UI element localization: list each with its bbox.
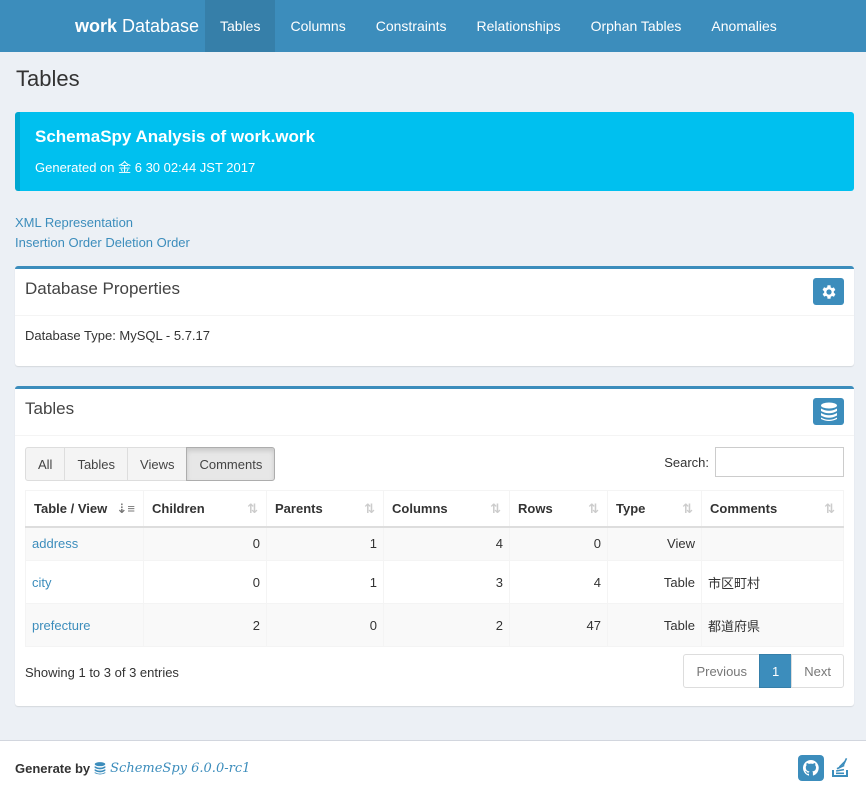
search-label: Search: (664, 454, 709, 470)
sort-icon: ⇅ (490, 501, 501, 516)
next-button[interactable]: Next (791, 654, 844, 688)
deletion-order-link[interactable]: Deletion Order (105, 235, 190, 250)
stackoverflow-icon[interactable] (828, 755, 854, 781)
db-props-body: Database Type: MySQL - 5.7.17 (15, 316, 854, 353)
header-columns[interactable]: Columns ⇅ (383, 490, 510, 528)
tables-box-title: Tables (25, 399, 75, 418)
database-properties-box: Database Properties Database Type: MySQL… (15, 266, 854, 366)
cell-type: View (607, 526, 702, 561)
header-rows[interactable]: Rows ⇅ (509, 490, 608, 528)
table-link[interactable]: city (32, 575, 52, 590)
table-filter-buttons: All Tables Views Comments (25, 447, 276, 481)
entries-info: Showing 1 to 3 of 3 entries (25, 665, 179, 680)
db-props-title: Database Properties (25, 279, 180, 298)
cell-comments: 市区町村 (701, 560, 844, 604)
filter-tables-button[interactable]: Tables (64, 447, 129, 481)
table-link[interactable]: prefecture (32, 618, 91, 633)
analysis-callout: SchemaSpy Analysis of work.work Generate… (15, 112, 854, 191)
tables-box-header: Tables (15, 389, 854, 436)
search-input[interactable] (715, 447, 844, 477)
previous-button[interactable]: Previous (683, 654, 761, 688)
header-comments[interactable]: Comments ⇅ (701, 490, 844, 528)
sort-icon: ⇅ (364, 501, 375, 516)
footer: Generate by SchemeSpy 6.0.0-rc1 (0, 740, 866, 795)
cell-rows: 47 (509, 603, 608, 647)
cell-parents: 1 (266, 526, 384, 561)
export-links: XML Representation Insertion Order Delet… (15, 213, 190, 253)
cell-columns: 2 (383, 603, 510, 647)
footer-icons (798, 755, 854, 781)
nav-constraints[interactable]: Constraints (361, 0, 462, 52)
cell-columns: 3 (383, 560, 510, 604)
sort-icon: ⇅ (824, 501, 835, 516)
gear-icon (822, 284, 835, 299)
cell-parents: 0 (266, 603, 384, 647)
cell-comments (701, 526, 844, 561)
callout-title: SchemaSpy Analysis of work.work (35, 127, 315, 146)
brand[interactable]: work Database (0, 0, 205, 52)
tables-box: Tables All Tables Views Comments Search:… (15, 386, 854, 706)
nav-orphan-tables[interactable]: Orphan Tables (576, 0, 697, 52)
cell-parents: 1 (266, 560, 384, 604)
brand-rest: Database (122, 15, 200, 36)
cell-comments: 都道府県 (701, 603, 844, 647)
db-props-tool-button[interactable] (813, 278, 844, 305)
db-props-header: Database Properties (15, 269, 854, 316)
schemaspy-link[interactable]: SchemeSpy 6.0.0-rc1 (110, 761, 250, 776)
order-links: Insertion Order Deletion Order (15, 233, 190, 253)
nav-columns[interactable]: Columns (275, 0, 360, 52)
header-type[interactable]: Type ⇅ (607, 490, 702, 528)
header-children[interactable]: Children ⇅ (143, 490, 267, 528)
cell-children: 2 (143, 603, 267, 647)
nav-anomalies[interactable]: Anomalies (696, 0, 791, 52)
xml-link[interactable]: XML Representation (15, 213, 190, 233)
table-row: address 0 1 4 0 View (25, 526, 844, 561)
insertion-order-link[interactable]: Insertion Order (15, 235, 102, 250)
filter-comments-button[interactable]: Comments (186, 447, 276, 481)
filter-views-button[interactable]: Views (127, 447, 188, 481)
cell-type: Table (607, 560, 702, 604)
header-parents[interactable]: Parents ⇅ (266, 490, 384, 528)
cell-columns: 4 (383, 526, 510, 561)
table-link[interactable]: address (32, 536, 78, 551)
cell-children: 0 (143, 526, 267, 561)
page-title: Tables (16, 66, 80, 91)
callout-generated: Generated on 金 6 30 02:44 JST 2017 (35, 160, 256, 175)
brand-bold: work (75, 15, 118, 36)
sort-icon: ⇅ (247, 501, 258, 516)
footer-generate-by: Generate by (15, 760, 91, 776)
filter-all-button[interactable]: All (25, 447, 66, 481)
table-header-row: Table / View ⇣≡ Children ⇅ Parents ⇅ Column… (25, 490, 844, 528)
nav-relationships[interactable]: Relationships (462, 0, 576, 52)
sort-icon: ⇅ (588, 501, 599, 516)
sort-asc-icon: ⇣≡ (116, 501, 135, 516)
top-navbar: work Database Tables Columns Constraints… (0, 0, 866, 52)
table-search: Search: (664, 447, 844, 477)
pagination: Previous 1 Next (683, 654, 844, 688)
tables-tool-button[interactable] (813, 398, 844, 425)
cell-children: 0 (143, 560, 267, 604)
database-icon (94, 761, 106, 774)
page-1-button[interactable]: 1 (759, 654, 793, 688)
tables-table: Table / View ⇣≡ Children ⇅ Parents ⇅ Column… (25, 490, 844, 647)
nav-tables[interactable]: Tables (205, 0, 276, 52)
github-icon[interactable] (798, 755, 824, 781)
database-icon (820, 402, 837, 421)
table-row: prefecture 2 0 2 47 Table 都道府県 (25, 603, 844, 647)
cell-rows: 4 (509, 560, 608, 604)
cell-rows: 0 (509, 526, 608, 561)
table-row: city 0 1 3 4 Table 市区町村 (25, 560, 844, 604)
header-table-view[interactable]: Table / View ⇣≡ (25, 490, 144, 528)
database-type: Database Type: MySQL - 5.7.17 (25, 328, 210, 343)
sort-icon: ⇅ (682, 501, 693, 516)
cell-type: Table (607, 603, 702, 647)
